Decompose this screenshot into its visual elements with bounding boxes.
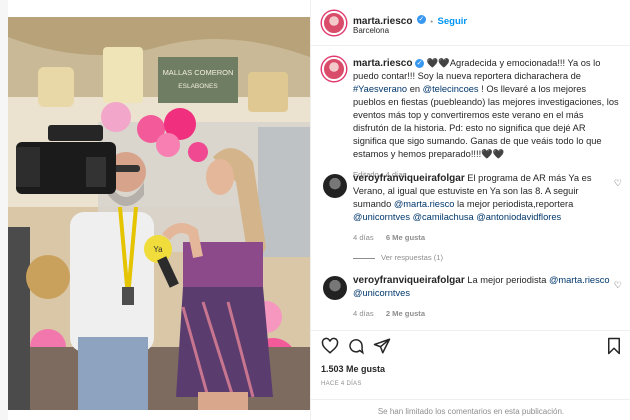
- comment-username[interactable]: veroyfranviqueirafolgar: [353, 275, 465, 286]
- comment-text: la mejor periodista,reportera: [454, 199, 574, 209]
- follow-button[interactable]: Seguir: [438, 16, 468, 27]
- photo-illustration: MALLAS COMERON ESLABONES Ya: [8, 17, 310, 410]
- likes-count[interactable]: 1.503 Me gusta: [321, 364, 385, 374]
- comment-timestamp: 4 días: [353, 309, 374, 318]
- comment-mention[interactable]: @unicorntves: [353, 212, 410, 222]
- comment-mention[interactable]: @unicorntves: [353, 288, 410, 298]
- shop-sign-text-2: ESLABONES: [178, 83, 218, 90]
- caption-hashtag[interactable]: #Yaesverano: [353, 84, 407, 94]
- microphone-label: Ya: [153, 245, 163, 254]
- caption-mention[interactable]: @telecincoes: [423, 84, 479, 94]
- commenter-avatar[interactable]: [323, 174, 347, 198]
- comment-mention[interactable]: @marta.riesco: [549, 275, 610, 285]
- share-icon[interactable]: [373, 337, 391, 355]
- verified-icon: ✓: [415, 59, 425, 69]
- comment-mention[interactable]: @camilachusa: [413, 212, 474, 222]
- small-heart-icon[interactable]: ♡: [614, 178, 622, 189]
- instagram-post-window: MALLAS COMERON ESLABONES Ya marta.riesco…: [0, 0, 630, 420]
- comment-mention[interactable]: @antoniodavidflores: [476, 212, 561, 222]
- post-header: marta.riesco ✓ • Seguir Barcelona: [311, 0, 630, 46]
- post-actions: 1.503 Me gusta HACE 4 DÍAS Se han limita…: [311, 330, 630, 420]
- post-caption: marta.riesco ✓ 🖤🖤Agradecida y emocionada…: [353, 57, 621, 181]
- comment-timestamp: 4 días: [353, 233, 374, 242]
- comment-username[interactable]: veroyfranviqueirafolgar: [353, 173, 465, 184]
- post-side-panel: marta.riesco ✓ • Seguir Barcelona marta.…: [310, 0, 630, 420]
- post-photo[interactable]: MALLAS COMERON ESLABONES Ya: [8, 17, 310, 410]
- post-location[interactable]: Barcelona: [353, 26, 389, 35]
- shop-sign: [158, 57, 238, 103]
- comment-text: La mejor periodista: [464, 275, 549, 285]
- post-time-ago: HACE 4 DÍAS: [321, 381, 362, 387]
- caption-avatar[interactable]: [322, 57, 346, 81]
- caption-username[interactable]: marta.riesco: [353, 58, 412, 69]
- small-heart-icon[interactable]: ♡: [614, 280, 622, 291]
- comment-icon[interactable]: [347, 337, 365, 355]
- comment-likes[interactable]: 2 Me gusta: [386, 309, 425, 318]
- comment-likes[interactable]: 6 Me gusta: [386, 233, 425, 242]
- header-separator: •: [430, 17, 434, 26]
- verified-icon: ✓: [416, 15, 426, 25]
- comment-mention[interactable]: @marta.riesco: [394, 199, 455, 209]
- comments-limited-notice: Se han limitado los comentarios en esta …: [311, 399, 630, 416]
- heart-icon[interactable]: [321, 337, 339, 355]
- author-avatar[interactable]: [322, 11, 346, 35]
- comment: veroyfranviqueirafolgar El programa de A…: [353, 172, 613, 264]
- comment: veroyfranviqueirafolgar La mejor periodi…: [353, 274, 613, 320]
- caption-text: en: [407, 84, 423, 94]
- caption-text: ! Os llevaré a los mejores pueblos en fi…: [353, 84, 619, 159]
- bookmark-icon[interactable]: [605, 337, 623, 355]
- replies-line: [353, 257, 375, 259]
- commenter-avatar[interactable]: [323, 276, 347, 300]
- page-margin: [0, 0, 8, 420]
- view-replies-link[interactable]: Ver respuestas (1): [381, 253, 443, 262]
- shop-sign-text-1: MALLAS COMERON: [163, 68, 234, 77]
